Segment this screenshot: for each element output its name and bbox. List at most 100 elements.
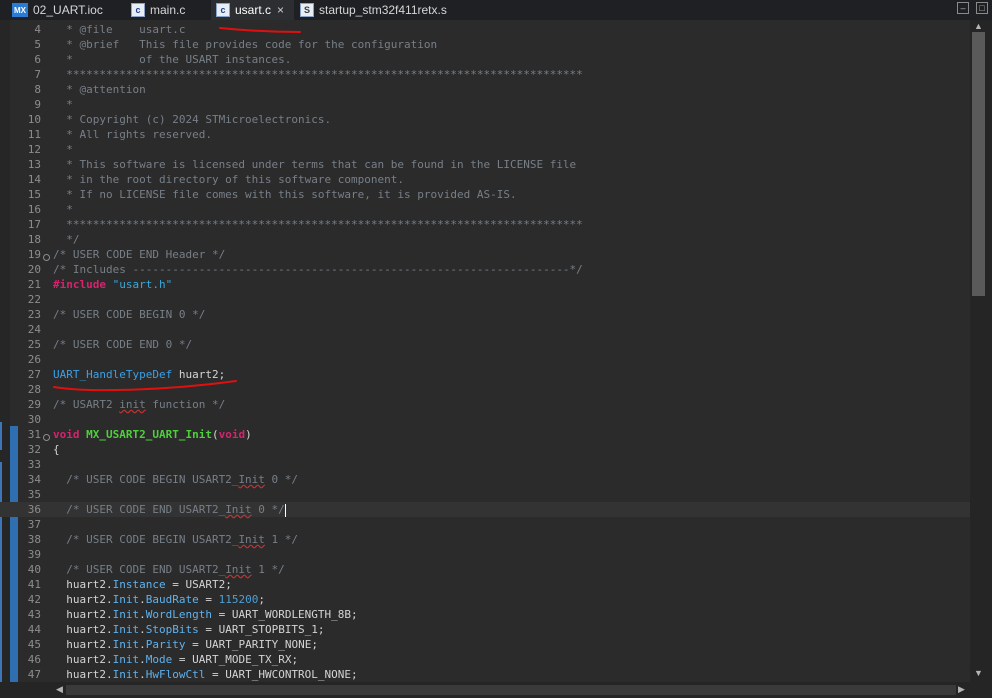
code-line[interactable]: 42 huart2.Init.BaudRate = 115200; [0, 592, 970, 607]
code-line[interactable]: 23 /* USER CODE BEGIN 0 */ [0, 307, 970, 322]
code-line[interactable]: 41 huart2.Instance = USART2; [0, 577, 970, 592]
line-number: 46 [27, 653, 41, 666]
code-line[interactable]: 6 * of the USART instances. [0, 52, 970, 67]
code-line[interactable]: 24 [0, 322, 970, 337]
code-line[interactable]: 16 * [0, 202, 970, 217]
code-line[interactable]: 13 * This software is licensed under ter… [0, 157, 970, 172]
code-text: * [53, 97, 73, 112]
code-text: UART_HandleTypeDef huart2; [53, 367, 225, 382]
mx-icon: MX [12, 3, 28, 17]
code-line[interactable]: 45 huart2.Init.Parity = UART_PARITY_NONE… [0, 637, 970, 652]
tab-02-uart-ioc[interactable]: MX 02_UART.ioc [12, 0, 103, 20]
scroll-up-icon[interactable]: ▲ [974, 21, 983, 31]
code-token: MX_USART2_UART_Init [86, 428, 212, 441]
line-number: 16 [27, 203, 41, 216]
code-token: huart2. [53, 653, 113, 666]
code-line[interactable]: 30 [0, 412, 970, 427]
code-line[interactable]: 31 void MX_USART2_UART_Init(void) [0, 427, 970, 442]
code-line[interactable]: 8 * @attention [0, 82, 970, 97]
code-token: = [198, 593, 219, 606]
code-token: init [119, 398, 146, 411]
code-text: /* USART2 init function */ [53, 397, 225, 412]
code-line[interactable]: 20 /* Includes --------------------------… [0, 262, 970, 277]
tab-main-c[interactable]: c main.c [131, 0, 185, 20]
scroll-down-icon[interactable]: ▼ [974, 668, 983, 678]
code-token: huart2. [53, 638, 113, 651]
code-line[interactable]: 10 * Copyright (c) 2024 STMicroelectroni… [0, 112, 970, 127]
code-token: . [139, 653, 146, 666]
code-line[interactable]: 35 [0, 487, 970, 502]
code-token: . [139, 668, 146, 681]
vertical-scrollbar[interactable]: ▲ ▼ [970, 20, 992, 682]
code-text: huart2.Init.HwFlowCtl = UART_HWCONTROL_N… [53, 667, 358, 682]
code-token: = UART_HWCONTROL_NONE; [205, 668, 358, 681]
code-token: /* Includes ----------------------------… [53, 263, 583, 276]
tab-usart-c[interactable]: c usart.c × [211, 0, 294, 20]
code-line[interactable]: 4 * @file usart.c [0, 22, 970, 37]
code-text: huart2.Init.BaudRate = 115200; [53, 592, 265, 607]
code-line[interactable]: 36 /* USER CODE END USART2_Init 0 */ [0, 502, 970, 517]
fold-collapse-icon[interactable] [43, 254, 50, 261]
line-number: 10 [27, 113, 41, 126]
code-line[interactable]: 22 [0, 292, 970, 307]
maximize-icon[interactable]: □ [976, 2, 988, 14]
minimize-icon[interactable]: – [957, 2, 969, 14]
code-line[interactable]: 34 /* USER CODE BEGIN USART2_Init 0 */ [0, 472, 970, 487]
code-token: /* USER CODE END USART2_ [53, 563, 226, 576]
code-line[interactable]: 14 * in the root directory of this softw… [0, 172, 970, 187]
code-line[interactable]: 19 /* USER CODE END Header */ [0, 247, 970, 262]
code-line[interactable]: 38 /* USER CODE BEGIN USART2_Init 1 */ [0, 532, 970, 547]
code-line[interactable]: 27 UART_HandleTypeDef huart2; [0, 367, 970, 382]
code-text: ****************************************… [53, 217, 583, 232]
code-line[interactable]: 15 * If no LICENSE file comes with this … [0, 187, 970, 202]
code-editor[interactable]: 4 * @file usart.c 5 * @brief This file pr… [0, 20, 970, 682]
code-line[interactable]: 47 huart2.Init.HwFlowCtl = UART_HWCONTRO… [0, 667, 970, 682]
line-number: 35 [27, 488, 41, 501]
code-line[interactable]: 25 /* USER CODE END 0 */ [0, 337, 970, 352]
code-line[interactable]: 5 * @brief This file provides code for t… [0, 37, 970, 52]
code-text: /* USER CODE END USART2_Init 0 */ [53, 502, 286, 517]
code-token: . [139, 638, 146, 651]
code-line[interactable]: 37 [0, 517, 970, 532]
code-line[interactable]: 40 /* USER CODE END USART2_Init 1 */ [0, 562, 970, 577]
vertical-scroll-thumb[interactable] [972, 32, 985, 296]
tab-startup-s[interactable]: S startup_stm32f411retx.s [300, 0, 447, 20]
code-token: = UART_MODE_TX_RX; [172, 653, 299, 666]
close-icon[interactable]: × [277, 3, 284, 17]
tab-label: main.c [150, 3, 186, 17]
code-line[interactable]: 44 huart2.Init.StopBits = UART_STOPBITS_… [0, 622, 970, 637]
line-number: 15 [27, 188, 41, 201]
horizontal-scroll-thumb[interactable] [66, 685, 956, 695]
line-number: 21 [27, 278, 41, 291]
code-line[interactable]: 17 *************************************… [0, 217, 970, 232]
code-line[interactable]: 46 huart2.Init.Mode = UART_MODE_TX_RX; [0, 652, 970, 667]
line-number: 34 [27, 473, 41, 486]
code-line[interactable]: 28 [0, 382, 970, 397]
code-text: #include "usart.h" [53, 277, 172, 292]
scroll-right-icon[interactable]: ▶ [958, 684, 965, 695]
line-number: 5 [34, 38, 41, 51]
code-line[interactable]: 7 **************************************… [0, 67, 970, 82]
code-line[interactable]: 29 /* USART2 init function */ [0, 397, 970, 412]
code-line[interactable]: 21 #include "usart.h" [0, 277, 970, 292]
code-line[interactable]: 9 * [0, 97, 970, 112]
code-line[interactable]: 12 * [0, 142, 970, 157]
tab-label: startup_stm32f411retx.s [319, 3, 447, 17]
code-line[interactable]: 43 huart2.Init.WordLength = UART_WORDLEN… [0, 607, 970, 622]
code-line[interactable]: 33 [0, 457, 970, 472]
horizontal-scrollbar[interactable]: ◀ ▶ [0, 682, 992, 698]
line-number: 13 [27, 158, 41, 171]
scroll-left-icon[interactable]: ◀ [56, 684, 63, 695]
code-token: . [139, 608, 146, 621]
fold-collapse-icon[interactable] [43, 434, 50, 441]
code-line[interactable]: 32 { [0, 442, 970, 457]
code-token: * [53, 203, 73, 216]
line-number: 23 [27, 308, 41, 321]
code-line[interactable]: 11 * All rights reserved. [0, 127, 970, 142]
code-line[interactable]: 39 [0, 547, 970, 562]
code-token: /* USART2 [53, 398, 120, 411]
code-line[interactable]: 18 */ [0, 232, 970, 247]
code-line[interactable]: 26 [0, 352, 970, 367]
code-token: ) [245, 428, 252, 441]
code-token: 0 */ [264, 473, 299, 486]
